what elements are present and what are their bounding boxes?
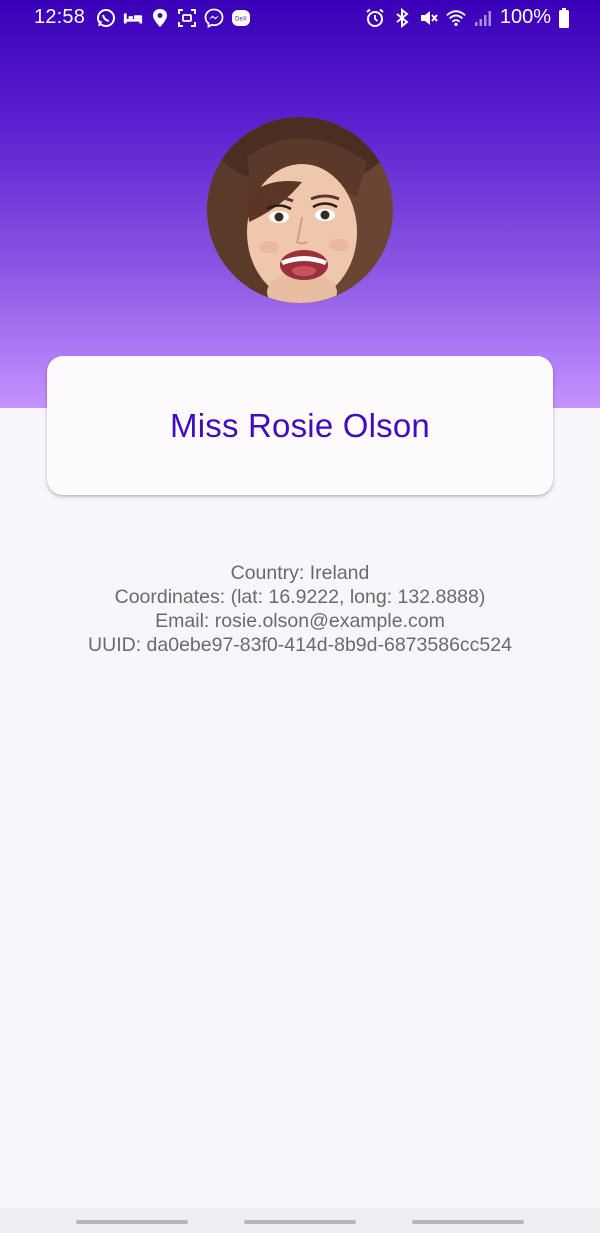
- avatar: [207, 117, 393, 303]
- country-text: Country: Ireland: [230, 562, 370, 584]
- avatar-portrait-icon: [207, 117, 393, 303]
- status-right: 100%: [365, 6, 570, 29]
- battery-icon: [558, 7, 570, 29]
- profile-details: Country: Ireland Coordinates: (lat: 16.9…: [0, 561, 600, 657]
- navigation-bar: [0, 1208, 600, 1233]
- status-left: 12:58 DeX: [34, 6, 251, 29]
- alarm-icon: [365, 7, 385, 29]
- signal-icon: [473, 7, 493, 29]
- uuid-text: UUID: da0ebe97-83f0-414d-8b9d-6873586cc5…: [88, 634, 512, 656]
- back-handle[interactable]: [412, 1220, 524, 1224]
- dex-label: DeX: [235, 16, 247, 22]
- whatsapp-icon: [96, 7, 116, 29]
- bluetooth-icon: [392, 7, 412, 29]
- wifi-icon: [446, 7, 466, 29]
- email-text: Email: rosie.olson@example.com: [155, 610, 445, 632]
- profile-name: Miss Rosie Olson: [170, 406, 430, 444]
- recent-apps-handle[interactable]: [76, 1220, 188, 1224]
- location-pin-icon: [150, 7, 170, 29]
- status-time: 12:58: [34, 6, 86, 28]
- home-handle[interactable]: [244, 1220, 356, 1224]
- coordinates-text: Coordinates: (lat: 16.9222, long: 132.88…: [114, 586, 486, 608]
- messenger-icon: [204, 7, 224, 29]
- dex-icon: DeX: [231, 7, 251, 29]
- name-card: Miss Rosie Olson: [47, 356, 553, 495]
- mute-icon: [419, 7, 439, 29]
- status-bar: 12:58 DeX 100%: [0, 0, 600, 36]
- screen-record-icon: [177, 7, 197, 29]
- bed-icon: [123, 7, 143, 29]
- battery-level: 100%: [499, 6, 551, 28]
